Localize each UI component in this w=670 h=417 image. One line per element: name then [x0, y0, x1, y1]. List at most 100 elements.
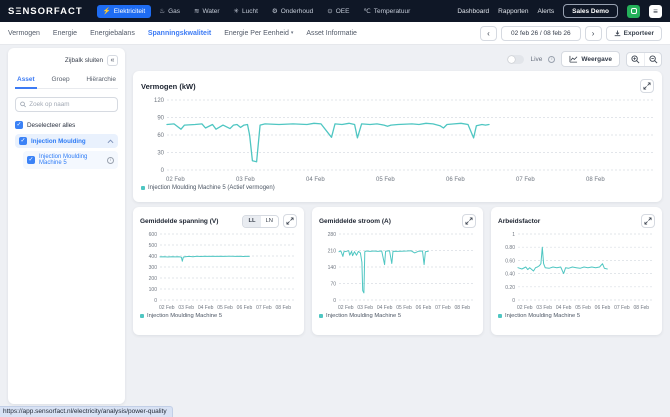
expand-chart-button[interactable] — [462, 214, 476, 228]
sidebar-collapse-button[interactable]: « — [107, 55, 118, 66]
chevron-up-icon[interactable] — [107, 139, 114, 144]
legend-label: Injection Moulding Machine 5 (Actief ver… — [148, 185, 275, 191]
legend-label: Injection Moulding Machine 5 — [505, 313, 581, 319]
tree-item-injection-moulding-machine-5[interactable]: ✓ Injection Moulding Machine 5 i — [23, 151, 118, 169]
export-button[interactable]: Exporteer — [605, 25, 662, 41]
nav-item-elektriciteit[interactable]: ⚡ Elektriciteit — [96, 4, 152, 18]
power-factor-chart[interactable]: 0 0.20 0.40 0.60 0.80 1 02 Feb 03 Feb 04 Feb 05 F… — [498, 230, 655, 311]
svg-text:03 Feb: 03 Feb — [536, 305, 552, 311]
sales-demo-button[interactable]: Sales Demo — [563, 4, 618, 18]
page: { "colors": { "accent_teal": "#4fc6c2", … — [0, 0, 670, 417]
expand-icon — [286, 217, 294, 225]
current-chart[interactable]: 0 70 140 210 280 02 Feb 03 Feb 04 Feb 05 Feb 06 F… — [319, 230, 476, 311]
tab-vermogen[interactable]: Vermogen — [8, 30, 40, 37]
svg-text:600: 600 — [149, 232, 158, 238]
voltage-chart[interactable]: 0 100 200 300 400 500 600 02 Feb 03 Feb 04 Feb 05 … — [140, 230, 297, 311]
deselect-all-row[interactable]: ✓ Deselecteer alles — [15, 121, 118, 129]
date-range-picker[interactable]: 02 feb 26 / 08 feb 26 — [501, 25, 581, 41]
svg-text:02 Feb: 02 Feb — [166, 177, 185, 183]
tree-checkbox[interactable]: ✓ — [27, 156, 35, 164]
nav-item-lucht[interactable]: ✳ Lucht — [228, 5, 264, 18]
electricity-icon: ⚡ — [102, 8, 111, 15]
date-prev-button[interactable]: ‹ — [480, 25, 497, 41]
tab-asset-informatie[interactable]: Asset Informatie — [306, 30, 357, 37]
chart-legend[interactable]: Injection Moulding Machine 5 — [140, 313, 297, 319]
svg-text:03 Feb: 03 Feb — [236, 177, 255, 183]
link-alerts[interactable]: Alerts — [538, 8, 555, 15]
svg-text:0: 0 — [161, 168, 165, 174]
tab-label: Energie Per Eenheid — [224, 29, 289, 37]
date-next-button[interactable]: › — [584, 25, 602, 41]
svg-text:06 Feb: 06 Feb — [446, 177, 465, 183]
svg-text:08 Feb: 08 Feb — [586, 177, 605, 183]
link-dashboard[interactable]: Dashboard — [457, 8, 489, 15]
toggle-option-ll[interactable]: LL — [243, 215, 261, 227]
sidebar-tab-hierarchie[interactable]: Hiërarchie — [84, 73, 118, 88]
tree-item-label: Injection Moulding — [31, 137, 86, 145]
link-rapporten[interactable]: Rapporten — [498, 8, 528, 15]
expand-chart-button[interactable] — [640, 79, 654, 93]
power-chart[interactable]: 0 30 60 90 120 02 Feb 03 Feb 04 Feb 05 Feb 06 Feb… — [141, 95, 654, 183]
link-preview-tooltip: https://app.sensorfact.nl/electricity/an… — [0, 405, 173, 417]
tree-checkbox[interactable]: ✓ — [19, 137, 27, 145]
svg-text:100: 100 — [149, 287, 158, 293]
view-options-button[interactable]: Weergave — [561, 51, 620, 67]
top-bar: SΞNSORFACT ⚡ Elektriciteit ♨ Gas ≋ Water… — [0, 0, 670, 22]
live-toggle[interactable] — [507, 54, 525, 64]
chart-legend[interactable]: Injection Moulding Machine 5 (Actief ver… — [141, 185, 654, 191]
legend-dot — [140, 314, 144, 318]
chart-title: Arbeidsfactor — [498, 217, 541, 225]
svg-text:05 Feb: 05 Feb — [396, 305, 412, 311]
info-icon[interactable]: i — [107, 156, 114, 164]
chart-title: Gemiddelde stroom (A) — [319, 217, 391, 225]
chart-title: Vermogen (kW) — [141, 81, 196, 91]
chart-legend[interactable]: Injection Moulding Machine 5 — [319, 313, 476, 319]
zoom-in-button[interactable] — [627, 53, 644, 66]
nav-item-temperatuur[interactable]: ℃ Temperatuur — [357, 5, 416, 18]
tab-energiebalans[interactable]: Energiebalans — [90, 30, 135, 37]
ll-ln-toggle: LL LN — [242, 214, 279, 228]
search-icon — [20, 101, 26, 108]
toggle-option-ln[interactable]: LN — [260, 215, 278, 227]
voltage-chart-card: Gemiddelde spanning (V) LL LN 0 100 200 300… — [133, 207, 304, 335]
expand-chart-button[interactable] — [641, 214, 655, 228]
date-controls: ‹ 02 feb 26 / 08 feb 26 › Exporteer — [480, 25, 662, 41]
card-header: Gemiddelde stroom (A) — [319, 214, 476, 228]
tab-energie-per-eenheid[interactable]: Energie Per Eenheid ▾ — [224, 30, 293, 37]
legend-dot — [319, 314, 323, 318]
svg-text:60: 60 — [157, 133, 164, 139]
sidebar-tab-asset[interactable]: Asset — [15, 73, 37, 89]
svg-text:120: 120 — [154, 98, 165, 104]
apps-menu-button[interactable]: ≡ — [649, 4, 662, 18]
live-info-icon[interactable]: i — [548, 55, 556, 63]
deselect-all-checkbox[interactable]: ✓ — [15, 121, 23, 129]
search-input[interactable] — [29, 101, 113, 108]
sidebar-tab-groep[interactable]: Groep — [50, 73, 72, 88]
chat-button[interactable] — [627, 4, 640, 18]
svg-text:02 Feb: 02 Feb — [159, 305, 175, 311]
nav-item-label: Lucht — [242, 7, 258, 15]
nav-item-label: Water — [202, 7, 220, 15]
nav-item-label: OEE — [335, 7, 350, 15]
zoom-out-button[interactable] — [644, 52, 661, 66]
card-header-actions: LL LN — [242, 214, 297, 228]
primary-nav: ⚡ Elektriciteit ♨ Gas ≋ Water ✳ Lucht ⚙ … — [96, 4, 417, 18]
nav-item-oee[interactable]: ⊙ OEE — [321, 5, 355, 18]
chat-icon — [630, 8, 637, 14]
svg-text:05 Feb: 05 Feb — [575, 305, 591, 311]
svg-text:05 Feb: 05 Feb — [217, 305, 233, 311]
svg-text:70: 70 — [330, 282, 336, 288]
expand-chart-button[interactable] — [283, 214, 297, 228]
gas-icon: ♨ — [159, 8, 166, 15]
nav-item-onderhoud[interactable]: ⚙ Onderhoud — [266, 5, 319, 18]
tab-spanningskwaliteit[interactable]: Spanningskwaliteit — [148, 30, 211, 37]
svg-text:0: 0 — [154, 298, 157, 304]
zoom-in-icon — [631, 54, 640, 63]
tree-item-injection-moulding[interactable]: ✓ Injection Moulding — [15, 134, 118, 148]
nav-item-water[interactable]: ≋ Water — [188, 5, 226, 18]
svg-text:04 Feb: 04 Feb — [377, 305, 393, 311]
maintenance-icon: ⚙ — [271, 8, 278, 15]
nav-item-gas[interactable]: ♨ Gas — [153, 5, 186, 18]
chart-legend[interactable]: Injection Moulding Machine 5 — [498, 313, 655, 319]
tab-energie[interactable]: Energie — [53, 30, 77, 37]
